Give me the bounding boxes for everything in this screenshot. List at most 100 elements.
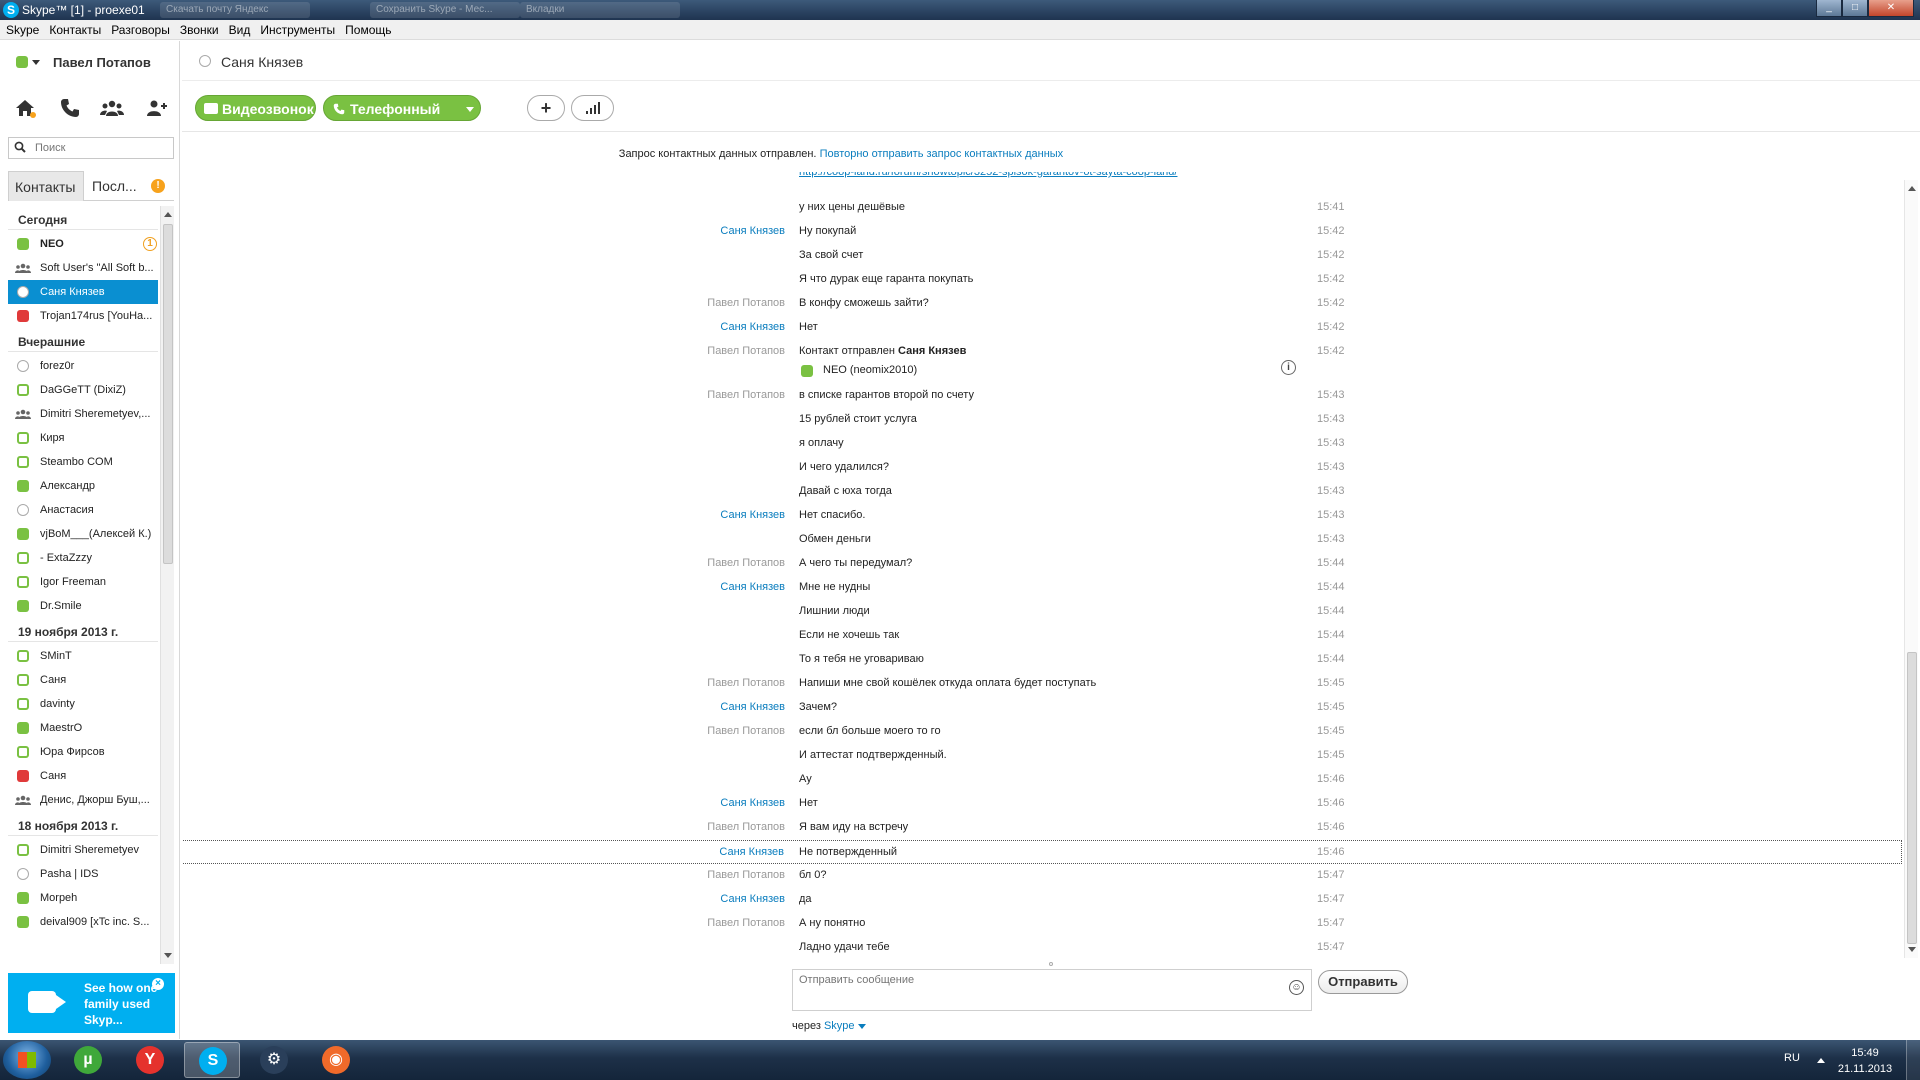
menu-tools[interactable]: Инструменты (255, 20, 340, 37)
send-button[interactable]: Отправить (1318, 970, 1408, 994)
contact-item[interactable]: davinty (8, 692, 158, 716)
message-row[interactable]: Давай с юха тогда 15:43 (182, 480, 1902, 504)
message-row[interactable]: Павел Потапов бл 0? 15:47 (182, 864, 1902, 888)
contact-item[interactable]: Юра Фирсов (8, 740, 158, 764)
message-row[interactable]: http://coop-land.ru/forum/showtopic/3252… (182, 172, 1902, 196)
contact-item[interactable]: SMinT (8, 644, 158, 668)
contact-item[interactable]: Саня (8, 668, 158, 692)
contact-item[interactable]: Саня Князев (8, 280, 158, 304)
message-sender[interactable]: Саня Князев (720, 701, 785, 713)
message-row[interactable]: Павел Потапов Напиши мне свой кошёлек отк… (182, 672, 1902, 696)
tab-recent[interactable]: Посл... (86, 171, 156, 201)
contact-item[interactable]: Steambo COM (8, 450, 158, 474)
message-row[interactable]: Саня Князев Зачем? 15:45 (182, 696, 1902, 720)
language-indicator[interactable]: RU (1784, 1052, 1800, 1064)
contact-item[interactable]: Киря (8, 426, 158, 450)
search-input[interactable] (35, 140, 171, 156)
add-contact-icon[interactable] (144, 96, 168, 120)
message-row[interactable]: Саня Князев Нет спасибо. 15:43 (182, 504, 1902, 528)
message-row[interactable]: И чего удалился? 15:43 (182, 456, 1902, 480)
phone-icon[interactable] (58, 96, 82, 120)
scroll-thumb[interactable] (163, 224, 173, 564)
message-row[interactable]: За свой счет 15:42 (182, 244, 1902, 268)
maximize-button[interactable]: □ (1842, 0, 1868, 17)
message-input[interactable] (799, 974, 1279, 1004)
scroll-down-icon[interactable] (1908, 947, 1916, 952)
contact-item[interactable]: - ExtaZzzy (8, 546, 158, 570)
contact-item[interactable]: vjBoM___(Алексей К.) (8, 522, 158, 546)
via-skype-link[interactable]: Skype (824, 1020, 855, 1032)
emoticon-icon[interactable]: ☺ (1289, 980, 1304, 995)
taskbar-app-skype[interactable]: S (184, 1042, 240, 1078)
chevron-down-icon[interactable] (466, 107, 474, 112)
message-row[interactable]: Лишнии люди 15:44 (182, 600, 1902, 624)
resize-handle[interactable] (1049, 962, 1053, 966)
menu-view[interactable]: Вид (224, 20, 256, 37)
message-row[interactable]: То я тебя не уговариваю 15:44 (182, 648, 1902, 672)
taskbar-app-media-player[interactable]: ◉ (308, 1042, 364, 1078)
message-sender[interactable]: Саня Князев (720, 225, 785, 237)
message-row[interactable]: Ладно удачи тебе 15:47 (182, 936, 1902, 957)
message-row[interactable]: Павел Потапов А ну понятно 15:47 (182, 912, 1902, 936)
message-row[interactable]: Павел Потапов в списке гарантов второй по… (182, 384, 1902, 408)
message-row[interactable]: И аттестат подтвержденный. 15:45 (182, 744, 1902, 768)
message-row[interactable]: Саня Князев Нет 15:46 (182, 792, 1902, 816)
message-row[interactable]: Павел Потапов В конфу сможешь зайти? 15:42 (182, 292, 1902, 316)
contact-item[interactable]: Dr.Smile (8, 594, 158, 618)
message-row[interactable]: я оплачу 15:43 (182, 432, 1902, 456)
add-button[interactable]: + (527, 95, 565, 121)
message-row[interactable]: Павел Потапов Контакт отправлен Саня Княз… (182, 340, 1902, 384)
contact-item[interactable]: deival909 [xTc inc. S... (8, 910, 158, 934)
scroll-down-icon[interactable] (164, 953, 172, 958)
home-icon[interactable] (13, 96, 37, 120)
contact-item[interactable]: Pasha | IDS (8, 862, 158, 886)
contact-item[interactable]: Саня (8, 764, 158, 788)
message-row[interactable]: 15 рублей стоит услуга 15:43 (182, 408, 1902, 432)
menu-conversations[interactable]: Разговоры (106, 20, 175, 37)
message-row[interactable]: Саня Князев Ну покупай 15:42 (182, 220, 1902, 244)
contact-item[interactable]: DaGGeTT (DixiZ) (8, 378, 158, 402)
chevron-down-icon[interactable] (857, 1023, 866, 1029)
contact-item[interactable]: Dimitri Sheremetyev (8, 838, 158, 862)
taskbar-app-yandex-browser[interactable]: Y (122, 1042, 178, 1078)
message-row[interactable]: Павел Потапов если бл больше моего то го 1… (182, 720, 1902, 744)
contact-list-scrollbar[interactable] (160, 206, 174, 964)
message-row[interactable]: Павел Потапов А чего ты передумал? 15:44 (182, 552, 1902, 576)
message-row[interactable]: Саня Князев да 15:47 (182, 888, 1902, 912)
message-row[interactable]: Саня Князев Не потвержденный 15:46 (182, 840, 1902, 864)
promo-banner[interactable]: See how one family used Skyp... × (8, 973, 175, 1033)
contact-item[interactable]: Денис, Джорш Буш,... (8, 788, 158, 812)
chat-contact-name[interactable]: Саня Князев (221, 54, 303, 70)
message-row[interactable]: Если не хочешь так 15:44 (182, 624, 1902, 648)
contact-item[interactable]: Александр (8, 474, 158, 498)
shared-contact-card[interactable]: NEO (neomix2010) (799, 364, 917, 377)
compose-box[interactable]: ☺ (792, 969, 1312, 1011)
minimize-button[interactable]: _ (1816, 0, 1842, 17)
promo-close-icon[interactable]: × (152, 978, 164, 990)
message-row[interactable]: Я что дурак еще гаранта покупать 15:42 (182, 268, 1902, 292)
chat-scrollbar[interactable] (1904, 180, 1918, 958)
taskbar-app-utorrent[interactable]: µ (60, 1042, 116, 1078)
message-sender[interactable]: Саня Князев (720, 321, 785, 333)
contact-item[interactable]: Igor Freeman (8, 570, 158, 594)
phone-call-button[interactable]: Телефонный звонок (323, 95, 481, 143)
message-row[interactable]: Саня Князев Нет 15:42 (182, 316, 1902, 340)
clock[interactable]: 15:49 21.11.2013 (1835, 1045, 1895, 1077)
contact-item[interactable]: Morpeh (8, 886, 158, 910)
message-row[interactable]: у них цены дешёвые 15:41 (182, 196, 1902, 220)
online-status-icon[interactable] (16, 56, 28, 68)
group-icon[interactable] (100, 96, 124, 120)
call-quality-button[interactable] (571, 95, 614, 121)
message-sender[interactable]: Саня Князев (719, 846, 784, 858)
status-dropdown-icon[interactable] (32, 60, 40, 65)
show-desktop-button[interactable] (1906, 1040, 1920, 1080)
video-call-button[interactable]: Видеозвонок (195, 95, 316, 121)
close-button[interactable]: ✕ (1868, 0, 1914, 17)
tray-expand-icon[interactable] (1817, 1058, 1825, 1063)
message-sender[interactable]: Саня Князев (720, 797, 785, 809)
message-sender[interactable]: Саня Князев (720, 581, 785, 593)
menu-skype[interactable]: Skype (0, 20, 44, 37)
contact-item[interactable]: Dimitri Sheremetyev,... (8, 402, 158, 426)
menu-contacts[interactable]: Контакты (44, 20, 106, 37)
contact-item[interactable]: forez0r (8, 354, 158, 378)
